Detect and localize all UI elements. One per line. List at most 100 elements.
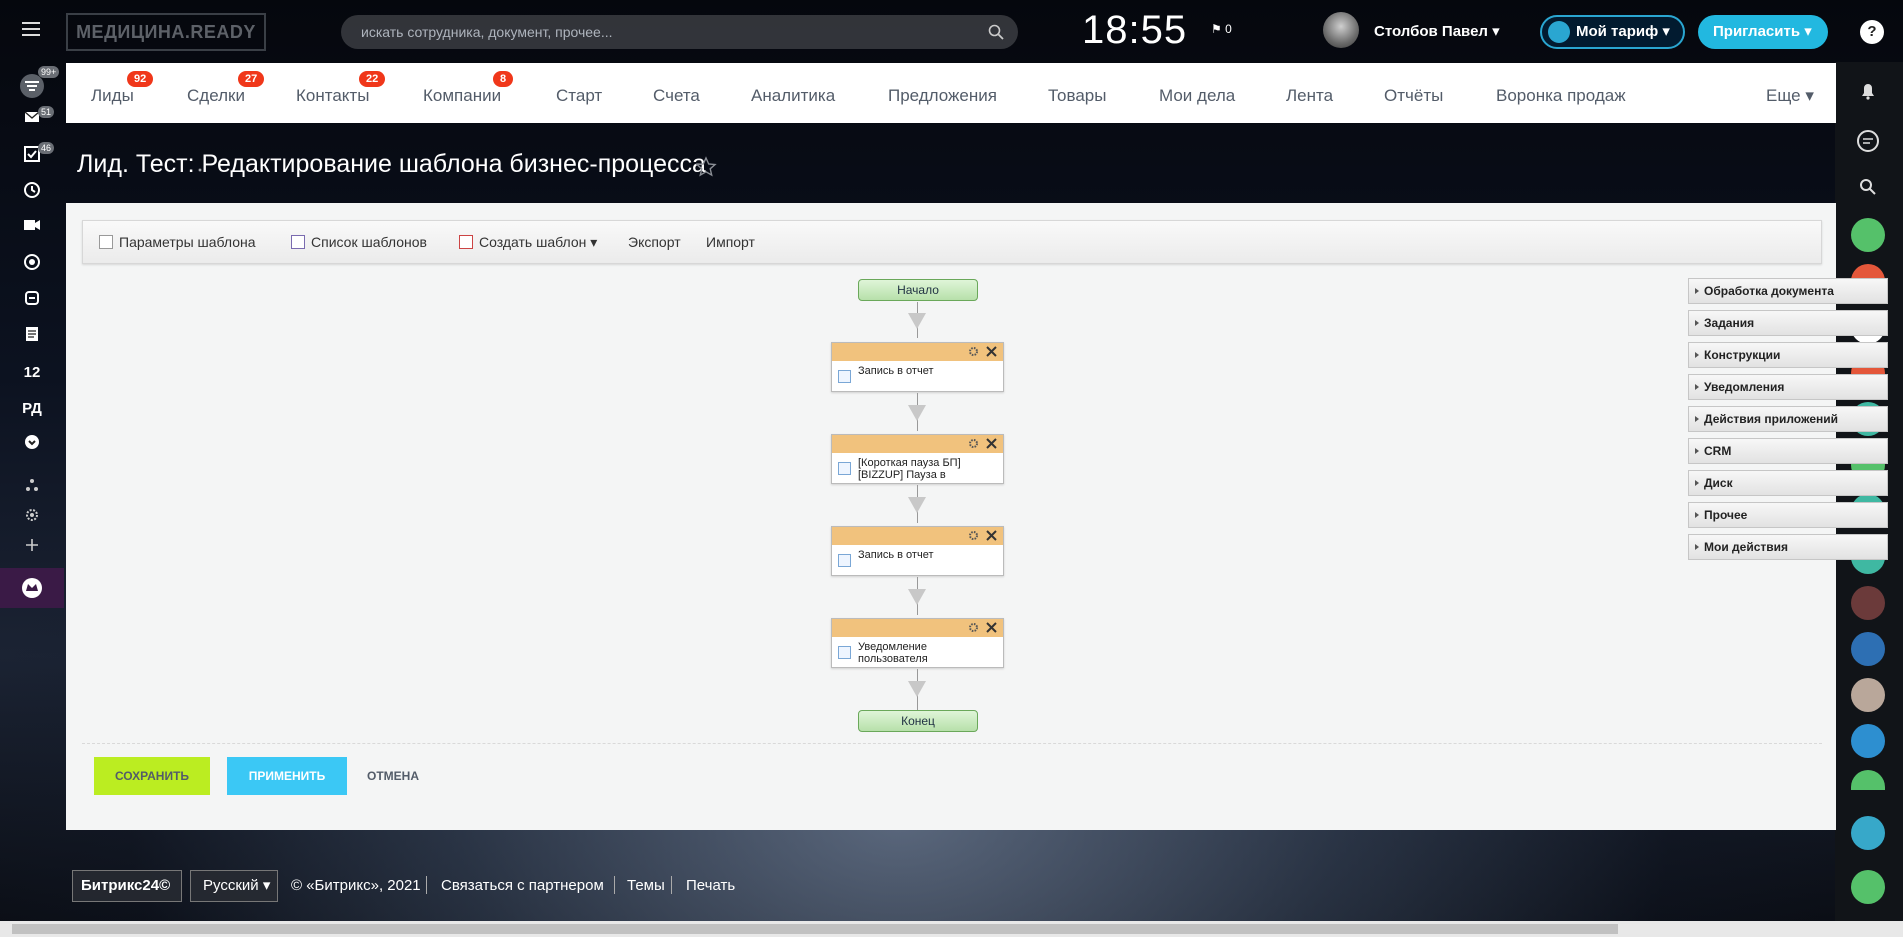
nav-feed[interactable]: Лента bbox=[1286, 63, 1333, 123]
clock[interactable]: 18:55 bbox=[1082, 8, 1187, 53]
nav-more[interactable]: Еще ▾ bbox=[1766, 63, 1814, 123]
end-node[interactable]: Конец bbox=[858, 710, 978, 732]
nav-products[interactable]: Товары bbox=[1048, 63, 1106, 123]
document-icon[interactable] bbox=[0, 320, 64, 350]
activity-label: [Короткая пауза БП] [BIZZUP] Пауза в bbox=[858, 457, 961, 481]
nav-reports[interactable]: Отчёты bbox=[1384, 63, 1443, 123]
menu-icon[interactable] bbox=[22, 22, 40, 36]
cancel-button[interactable]: ОТМЕНА bbox=[363, 757, 423, 795]
create-template-button[interactable]: Создать шаблон ▾ bbox=[459, 221, 597, 263]
help-icon[interactable]: ? bbox=[1860, 20, 1884, 44]
left-sidebar: 99+ 51 46 12 РД bbox=[0, 62, 64, 622]
chat-icon[interactable] bbox=[1851, 124, 1885, 158]
nav-sales-funnel[interactable]: Воронка продаж bbox=[1496, 63, 1626, 123]
print-link[interactable]: Печать bbox=[686, 877, 735, 894]
my-plan-button[interactable]: Мой тариф ▾ bbox=[1540, 15, 1685, 49]
template-list-button[interactable]: Список шаблонов bbox=[291, 221, 427, 263]
invite-button[interactable]: Пригласить ▾ bbox=[1698, 15, 1828, 49]
sidebar-item-rd[interactable]: РД bbox=[0, 394, 64, 424]
start-node[interactable]: Начало bbox=[858, 279, 978, 301]
group-app-actions[interactable]: Действия приложений bbox=[1688, 406, 1888, 432]
gear-icon[interactable] bbox=[968, 346, 979, 357]
video-call-icon[interactable] bbox=[1851, 218, 1885, 252]
crown-icon[interactable] bbox=[0, 568, 64, 608]
gear-icon[interactable] bbox=[968, 438, 979, 449]
phone-icon[interactable] bbox=[1851, 870, 1885, 904]
activity-block[interactable]: Запись в отчет bbox=[831, 526, 1004, 576]
nav-analytics[interactable]: Аналитика bbox=[751, 63, 835, 123]
filter-icon[interactable]: 99+ bbox=[0, 66, 64, 98]
mail-badge: 51 bbox=[38, 106, 55, 118]
arrow bbox=[908, 313, 926, 329]
group-document-processing[interactable]: Обработка документа bbox=[1688, 278, 1888, 304]
bitrix24-logo[interactable]: Битрикс24© bbox=[72, 870, 182, 902]
plus-icon[interactable] bbox=[0, 532, 64, 562]
close-icon[interactable] bbox=[986, 530, 997, 541]
export-button[interactable]: Экспорт bbox=[628, 221, 681, 263]
gear-icon[interactable] bbox=[968, 530, 979, 541]
save-button[interactable]: СОХРАНИТЬ bbox=[94, 757, 210, 795]
divider bbox=[426, 876, 427, 894]
nav-leads[interactable]: Лиды 92 bbox=[91, 63, 154, 123]
nav-offers[interactable]: Предложения bbox=[888, 63, 997, 123]
search-input[interactable]: искать сотрудника, документ, прочее... bbox=[341, 15, 1018, 49]
tasks-icon[interactable]: 46 bbox=[0, 140, 64, 170]
avatar[interactable] bbox=[1851, 586, 1885, 620]
sync-icon[interactable] bbox=[0, 284, 64, 314]
group-label: Действия приложений bbox=[1704, 412, 1839, 426]
group-other[interactable]: Прочее bbox=[1688, 502, 1888, 528]
search-icon[interactable] bbox=[1851, 170, 1885, 204]
horizontal-scrollbar[interactable] bbox=[0, 921, 1903, 937]
activity-block[interactable]: [Короткая пауза БП] [BIZZUP] Пауза в bbox=[831, 434, 1004, 484]
group-crm[interactable]: CRM bbox=[1688, 438, 1888, 464]
gear-icon[interactable] bbox=[968, 622, 979, 633]
scrollbar-thumb[interactable] bbox=[12, 924, 1618, 934]
search-icon[interactable] bbox=[988, 24, 1004, 40]
apply-button[interactable]: ПРИМЕНИТЬ bbox=[227, 757, 347, 795]
nav-deals[interactable]: Сделки 27 bbox=[187, 63, 265, 123]
avatar[interactable] bbox=[1851, 678, 1885, 712]
nav-invoices[interactable]: Счета bbox=[653, 63, 700, 123]
nav-start[interactable]: Старт bbox=[556, 63, 602, 123]
company-logo[interactable]: МЕДИЦИНА.READY bbox=[66, 13, 266, 51]
language-select[interactable]: Русский ▾ bbox=[190, 870, 278, 902]
document-icon bbox=[459, 235, 473, 249]
group-chat-icon[interactable] bbox=[1851, 632, 1885, 666]
close-icon[interactable] bbox=[986, 622, 997, 633]
group-tasks[interactable]: Задания bbox=[1688, 310, 1888, 336]
close-icon[interactable] bbox=[986, 346, 997, 357]
report-icon bbox=[838, 554, 851, 567]
group-constructions[interactable]: Конструкции bbox=[1688, 342, 1888, 368]
template-params-button[interactable]: Параметры шаблона bbox=[99, 221, 256, 263]
group-disk[interactable]: Диск bbox=[1688, 470, 1888, 496]
close-icon[interactable] bbox=[986, 438, 997, 449]
star-icon[interactable] bbox=[695, 156, 717, 178]
avatar[interactable] bbox=[1323, 12, 1359, 48]
chevron-down-icon[interactable] bbox=[0, 428, 64, 458]
sitemap-icon[interactable] bbox=[0, 472, 64, 502]
bell-icon[interactable] bbox=[1851, 74, 1885, 108]
sidebar-item-12[interactable]: 12 bbox=[0, 358, 64, 388]
activity-block[interactable]: Уведомление пользователя bbox=[831, 618, 1004, 668]
activity-block[interactable]: Запись в отчет bbox=[831, 342, 1004, 392]
import-button[interactable]: Импорт bbox=[706, 221, 755, 263]
group-my-actions[interactable]: Мои действия bbox=[1688, 534, 1888, 560]
group-notifications[interactable]: Уведомления bbox=[1688, 374, 1888, 400]
nav-badge: 8 bbox=[493, 71, 514, 87]
user-menu[interactable]: Столбов Павел ▾ bbox=[1374, 22, 1500, 40]
mail-icon[interactable]: 51 bbox=[0, 104, 64, 134]
flag-counter[interactable]: ⚑ 0 bbox=[1211, 22, 1232, 36]
nav-contacts[interactable]: Контакты 22 bbox=[296, 63, 386, 123]
video-icon[interactable] bbox=[0, 212, 64, 242]
video-call-icon[interactable] bbox=[1851, 770, 1885, 790]
target-icon[interactable] bbox=[0, 248, 64, 278]
phone-transfer-icon[interactable] bbox=[1851, 816, 1885, 850]
video-call-icon[interactable] bbox=[1851, 724, 1885, 758]
page-title: Лид. Тест: Редактирование шаблона бизнес… bbox=[77, 150, 706, 178]
nav-my-activities[interactable]: Мои дела bbox=[1159, 63, 1235, 123]
clock-icon[interactable] bbox=[0, 176, 64, 206]
contact-partner-link[interactable]: Связаться с партнером bbox=[441, 877, 604, 894]
themes-link[interactable]: Темы bbox=[627, 877, 665, 894]
gear-icon[interactable] bbox=[0, 502, 64, 532]
nav-companies[interactable]: Компании 8 bbox=[423, 63, 514, 123]
